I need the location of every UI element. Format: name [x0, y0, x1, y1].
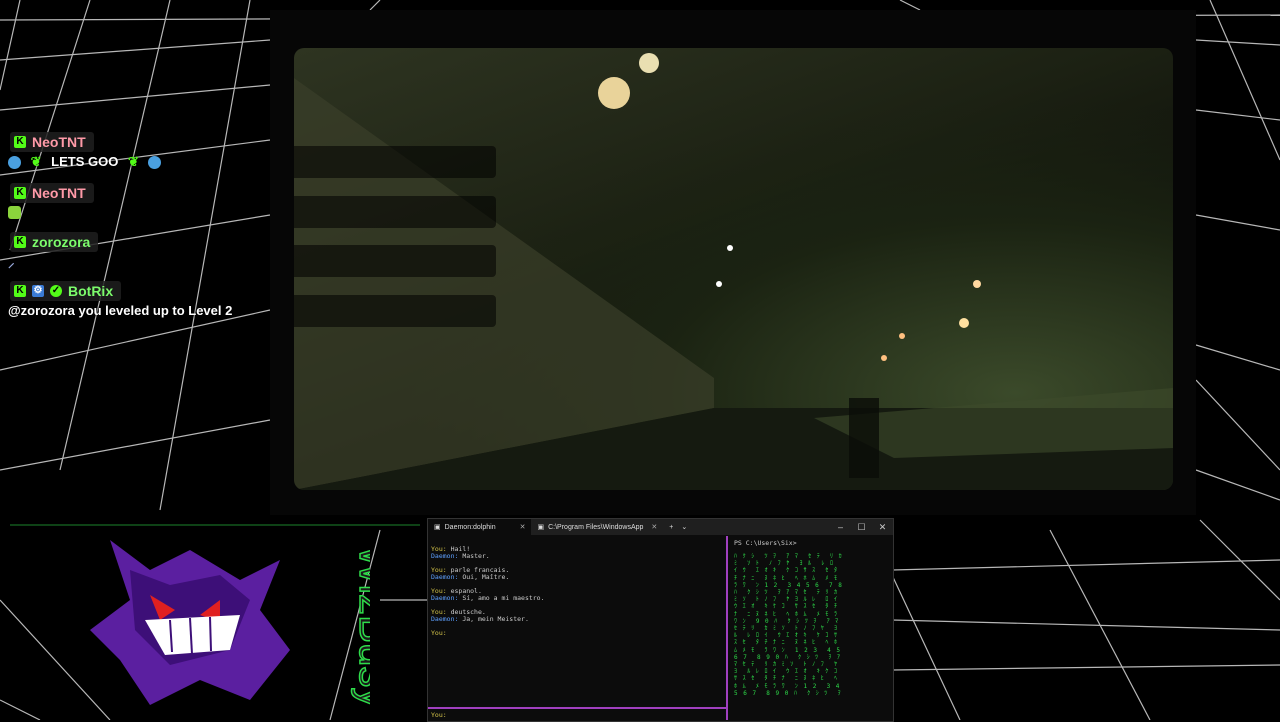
chat-username-tag[interactable]: K NeoTNT — [10, 183, 94, 203]
powershell-prompt: PS C:\Users\Six> — [734, 539, 797, 547]
daemon-line: Master. — [462, 552, 490, 560]
ghost-mascot-icon — [90, 540, 290, 705]
maximize-button[interactable]: ☐ — [851, 522, 872, 533]
chat-username: NeoTNT — [32, 134, 86, 150]
streamer-name-logo: WizBusy — [350, 544, 370, 709]
terminal-pane-powershell[interactable]: PS C:\Users\Six> ﾊ ｸ ｼ ﾂ ｦ ｱ ﾏ ｾ ﾃ ﾘ ｶ ﾐ… — [730, 536, 893, 720]
daemon-line: Ja, mein Meister. — [462, 615, 529, 623]
input-prompt[interactable]: You: — [431, 630, 723, 637]
input-prompt: You: — [431, 711, 447, 719]
emote-icon — [148, 156, 162, 170]
sword-emote-icon: ⸝ — [8, 255, 15, 270]
close-tab-icon[interactable]: ✕ — [651, 523, 657, 531]
kick-badge-icon: K — [14, 285, 26, 297]
daemon-line: Sí, amo a mi maestro. — [462, 594, 545, 602]
daemon-label: Daemon: — [431, 552, 459, 560]
overlay-bar — [294, 196, 496, 228]
sprite-emote-icon: ❦ — [30, 154, 42, 169]
conversation-block: You: deutsche. Daemon: Ja, mein Meister. — [431, 609, 723, 623]
close-tab-icon[interactable]: ✕ — [520, 523, 526, 531]
matrix-rain-animation: ﾊ ｸ ｼ ﾂ ｦ ｱ ﾏ ｾ ﾃ ﾘ ｶ ﾐ ｿ ﾄ ﾉ ﾌ ﾔ ﾖ ﾙ ﾚ … — [734, 553, 843, 697]
chat-message: ⸝ — [8, 253, 15, 271]
chat-input-bar[interactable]: You: — [428, 707, 728, 721]
chat-username: BotRix — [68, 283, 114, 299]
emote-icon — [8, 156, 21, 170]
conversation-block: You: Hail! Daemon: Master. — [431, 546, 723, 560]
streamer-name-text: WizBusy — [351, 545, 370, 708]
overlay-bar — [294, 245, 496, 277]
chat-username: zorozora — [32, 234, 91, 250]
bot-badge-icon: ⚙ — [32, 285, 44, 297]
tab-windowsapp[interactable]: ▣ C:\Program Files\WindowsApp ✕ — [531, 519, 663, 535]
tab-daemon[interactable]: ▣ Daemon:dolphin ✕ — [428, 519, 532, 535]
terminal-icon: ▣ — [434, 524, 441, 531]
overlay-bar — [294, 295, 496, 327]
conversation-block: You: parle francais. Daemon: Oui, Maître… — [431, 567, 723, 581]
conversation-block: You: espanol. Daemon: Sí, amo a mi maest… — [431, 588, 723, 602]
cat-emote-icon — [8, 206, 21, 220]
chat-username-tag[interactable]: K zorozora — [10, 232, 99, 252]
close-window-button[interactable]: ✕ — [872, 522, 893, 533]
chat-message-text: @zorozora you leveled up to Level 2 — [8, 303, 233, 318]
sprite-emote-icon: ❦ — [127, 154, 139, 169]
chat-username: NeoTNT — [32, 185, 86, 201]
terminal-icon: ▣ — [537, 524, 545, 531]
kick-badge-icon: K — [14, 187, 26, 199]
tab-label: Daemon:dolphin — [444, 523, 496, 531]
video-feed[interactable] — [294, 48, 1173, 490]
chat-username-tag[interactable]: K NeoTNT — [10, 132, 94, 152]
stream-stage — [270, 10, 1196, 515]
tab-dropdown-button[interactable]: ⌄ — [681, 523, 687, 531]
verified-badge-icon: ✓ — [50, 285, 62, 297]
minimize-button[interactable]: – — [830, 522, 851, 532]
terminal-window[interactable]: ▣ Daemon:dolphin ✕ ▣ C:\Program Files\Wi… — [427, 518, 894, 722]
kick-badge-icon: K — [14, 136, 26, 148]
daemon-line: Oui, Maître. — [462, 573, 510, 581]
tab-label: C:\Program Files\WindowsApp — [548, 523, 644, 531]
daemon-label: Daemon: — [431, 594, 459, 602]
terminal-pane-chat[interactable]: You: Hail! Daemon: Master. You: parle fr… — [428, 536, 728, 720]
daemon-label: Daemon: — [431, 615, 459, 623]
terminal-tab-bar: ▣ Daemon:dolphin ✕ ▣ C:\Program Files\Wi… — [428, 519, 893, 535]
chat-message-text: LETS GOO — [51, 154, 119, 169]
chat-message: ❦ LETS GOO ❦ — [8, 154, 162, 170]
new-tab-button[interactable]: + — [669, 524, 673, 531]
chat-message — [8, 204, 21, 220]
overlay-bar — [294, 146, 496, 178]
daemon-label: Daemon: — [431, 573, 459, 581]
kick-badge-icon: K — [14, 236, 26, 248]
chat-username-tag[interactable]: K ⚙ ✓ BotRix — [10, 281, 122, 301]
